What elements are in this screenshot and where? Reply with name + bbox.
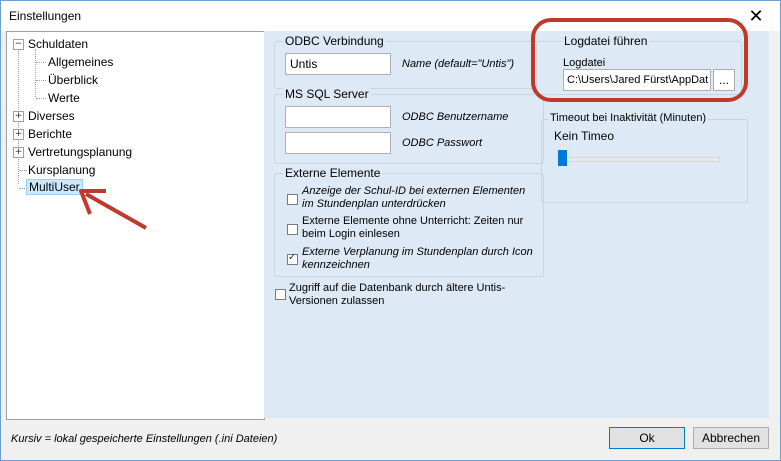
settings-tree[interactable]: − Schuldaten Allgemeines Überblick Werte… [6,31,265,420]
timeout-value-label: Kein Timeo [554,129,615,143]
externe-elemente-group: Externe Elemente Anzeige der Schul-ID be… [274,166,544,277]
field-label: Name (default="Untis") [402,58,515,70]
tree-item-ueberblick[interactable]: Überblick [48,72,98,88]
tree-line [36,80,46,81]
odbc-group: ODBC Verbindung Untis Name (default="Unt… [274,34,544,89]
collapse-icon[interactable]: − [13,39,24,50]
group-title: MS SQL Server [283,87,371,101]
group-title: Externe Elemente [283,166,383,180]
checkbox-label: Anzeige der Schul-ID bei externen Elemen… [302,185,526,210]
group-title: Logdatei führen [562,34,650,48]
tree-item-allgemeines[interactable]: Allgemeines [48,54,113,70]
logfile-path-input[interactable]: C:\Users\Jared Fürst\AppDat [563,69,711,91]
tree-line [36,98,46,99]
cancel-button[interactable]: Abbrechen [693,427,769,449]
tree-item-label: Allgemeines [48,55,114,69]
title-bar: Einstellungen ✕ [1,1,780,31]
extern-times-login-checkbox[interactable] [287,224,298,235]
odbc-username-input[interactable] [285,106,391,128]
tree-line [36,62,46,63]
hide-school-id-checkbox[interactable] [287,194,298,205]
group-title: Timeout bei Inaktivität (Minuten) [548,112,709,124]
db-access-checkbox[interactable] [275,289,286,300]
tree-item-kursplanung[interactable]: Kursplanung [28,162,95,178]
tree-item-label: Vertretungsplanung [28,145,133,159]
tree-item-label: Überblick [48,73,99,87]
tree-line [19,170,27,171]
window-title: Einstellungen [9,9,82,23]
tree-item-label: Schuldaten [28,37,89,51]
tree-line [35,49,36,97]
timeout-slider-track[interactable] [558,157,720,162]
tree-item-label: Werte [48,91,80,105]
field-label: ODBC Passwort [402,137,483,149]
tree-item-label: Diverses [28,109,75,123]
settings-window: Einstellungen ✕ − Schuldaten Allgemeines… [0,0,781,461]
extern-icon-checkbox[interactable] [287,252,298,265]
mssql-group: MS SQL Server ODBC Benutzername ODBC Pas… [274,87,544,164]
close-icon[interactable]: ✕ [736,3,776,29]
checkbox-label: Externe Verplanung im Stundenplan durch … [302,246,533,271]
checkbox-label: Zugriff auf die Datenbank durch ältere U… [289,282,506,307]
expand-icon[interactable]: + [13,111,24,122]
tree-item-multiuser[interactable]: MultiUser [26,179,83,195]
settings-content-panel: ODBC Verbindung Untis Name (default="Unt… [264,31,769,418]
odbc-password-input[interactable] [285,132,391,154]
footer-note: Kursiv = lokal gespeicherte Einstellunge… [11,433,278,445]
field-label: Logdatei [563,57,606,69]
logfile-group: Logdatei führen Logdatei C:\Users\Jared … [536,34,742,95]
group-title: ODBC Verbindung [283,34,386,48]
checkbox-label: Externe Elemente ohne Unterricht: Zeiten… [302,215,524,240]
timeout-slider-thumb[interactable] [558,150,567,166]
odbc-name-input[interactable]: Untis [285,53,391,75]
tree-item-werte[interactable]: Werte [48,90,80,106]
tree-item-label-selected: MultiUser [26,179,83,195]
tree-item-label: Kursplanung [28,163,96,177]
ok-button[interactable]: Ok [609,427,685,449]
field-label: ODBC Benutzername [402,111,509,123]
browse-button[interactable]: ... [713,69,735,91]
tree-item-label: Berichte [28,127,73,141]
expand-icon[interactable]: + [13,147,24,158]
expand-icon[interactable]: + [13,129,24,140]
timeout-group: Timeout bei Inaktivität (Minuten) Kein T… [541,112,748,203]
